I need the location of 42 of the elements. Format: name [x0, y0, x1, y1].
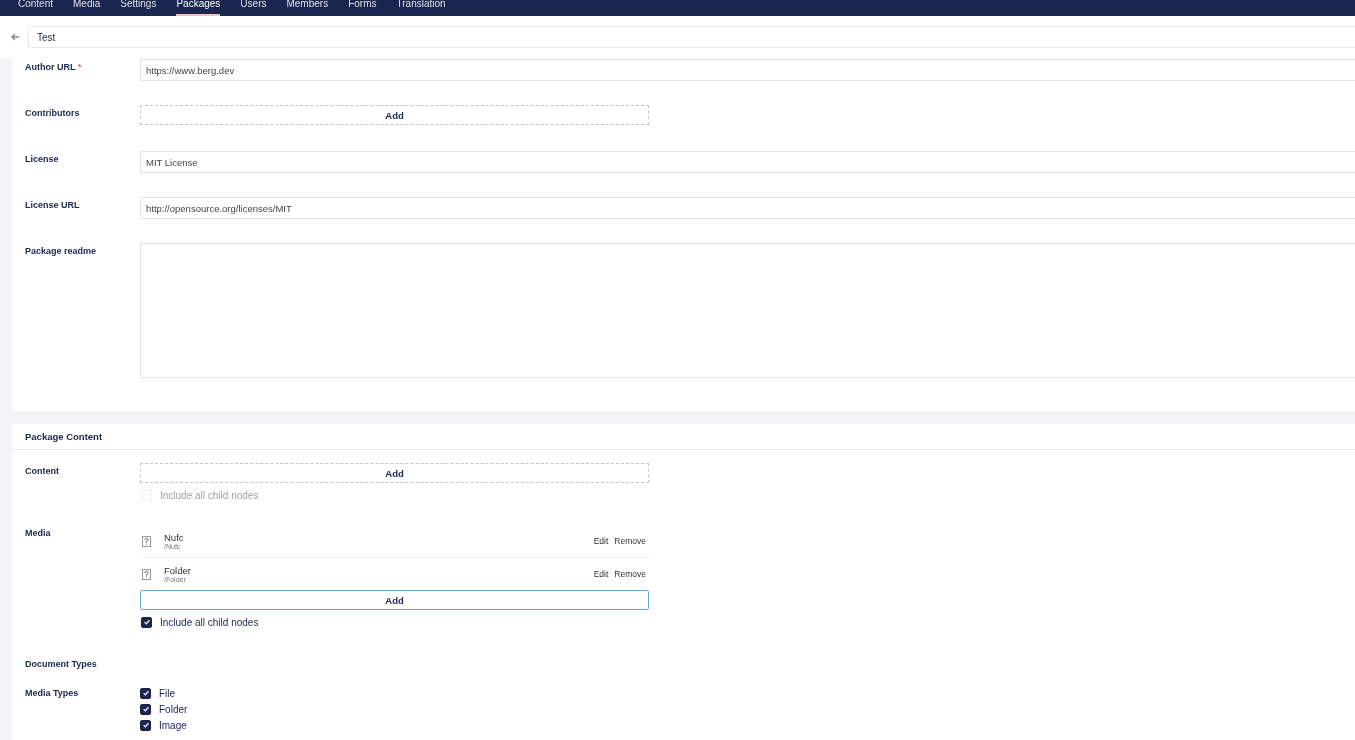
field-label: Content	[25, 465, 60, 478]
nav-tab[interactable]: Translation	[396, 0, 446, 16]
field-label: License URL	[25, 199, 81, 212]
checkbox-label: Image	[159, 719, 187, 731]
title-field[interactable]: Test	[28, 26, 1355, 48]
nav-tab[interactable]: Media	[73, 0, 101, 16]
text-field[interactable]: MIT License	[140, 151, 1355, 173]
field-label: Media Types	[25, 687, 80, 700]
add-button[interactable]: Add	[140, 105, 649, 125]
nav-tab[interactable]: Content	[18, 0, 54, 16]
checkbox[interactable]	[140, 719, 151, 731]
field-label: Author URL *	[25, 61, 83, 74]
nav-tab[interactable]: Members	[286, 0, 329, 16]
edit-link[interactable]: Edit	[593, 536, 609, 546]
nav-tab[interactable]: Forms	[348, 0, 377, 16]
item-name: Nufc	[164, 532, 185, 543]
checkbox[interactable]	[140, 703, 151, 715]
checkbox-label: Include all child nodes	[160, 616, 259, 628]
nav-tab[interactable]: Users	[240, 0, 267, 16]
checkbox-label: File	[159, 687, 176, 699]
field-label: License	[25, 153, 60, 166]
unknown-file-icon	[142, 568, 151, 580]
checkbox-label: Include all child nodes	[160, 489, 259, 501]
field-label: Package readme	[25, 245, 98, 258]
section-heading: Package Content	[12, 424, 1355, 450]
checkbox-label: Folder	[159, 703, 188, 715]
field-label: Document Types	[25, 658, 98, 671]
field-label: Contributors	[25, 107, 81, 120]
checkbox[interactable]	[140, 687, 151, 699]
add-button[interactable]: Add	[140, 590, 649, 610]
back-arrow-icon[interactable]	[10, 32, 20, 42]
remove-link[interactable]: Remove	[614, 569, 646, 579]
checkbox[interactable]	[141, 616, 152, 628]
edit-link[interactable]: Edit	[593, 569, 609, 579]
add-button[interactable]: Add	[140, 463, 649, 483]
remove-link[interactable]: Remove	[614, 536, 646, 546]
item-name: Folder	[164, 565, 192, 576]
unknown-file-icon	[142, 535, 151, 547]
text-field[interactable]: https://www.berg.dev	[140, 59, 1355, 81]
nav-tab[interactable]: Settings	[120, 0, 157, 16]
text-field[interactable]: http://opensource.org/licenses/MIT	[140, 197, 1355, 219]
field-label: Media	[25, 527, 52, 540]
